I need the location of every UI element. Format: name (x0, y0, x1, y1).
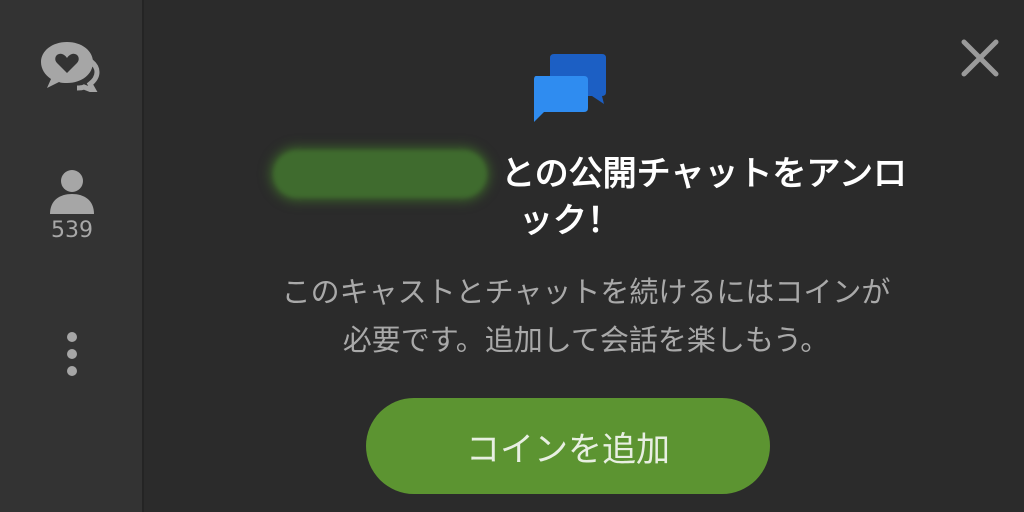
sidebar-chat-button[interactable] (0, 40, 144, 92)
sidebar-viewers[interactable]: 539 (0, 168, 144, 243)
description-line2: 必要です。追加して会話を楽しもう。 (342, 323, 830, 357)
add-coins-button[interactable]: コインを追加 (366, 398, 770, 494)
chat-bubbles-logo (534, 54, 606, 122)
dialog-description: このキャストとチャットを続けるにはコインが 必要です。追加して会話を楽しもう。 (186, 268, 986, 364)
person-icon (50, 170, 94, 214)
close-icon (961, 39, 999, 77)
redacted-username (273, 150, 488, 198)
heart-chat-icon (41, 42, 100, 92)
dialog-title: との公開チャットをアンロ ック！ (210, 150, 970, 244)
title-line1: との公開チャットをアンロ (501, 154, 907, 194)
description-line1: このキャストとチャットを続けるにはコインが (281, 275, 891, 309)
unlock-chat-dialog: との公開チャットをアンロ ック！ このキャストとチャットを続けるにはコインが 必… (146, 0, 1024, 512)
sidebar: 539 (0, 0, 144, 512)
title-line2: ック！ (519, 201, 621, 241)
vertical-dots-icon (67, 332, 77, 376)
close-button[interactable] (960, 38, 1000, 78)
sidebar-more-button[interactable] (0, 330, 144, 378)
viewer-count: 539 (51, 218, 93, 243)
